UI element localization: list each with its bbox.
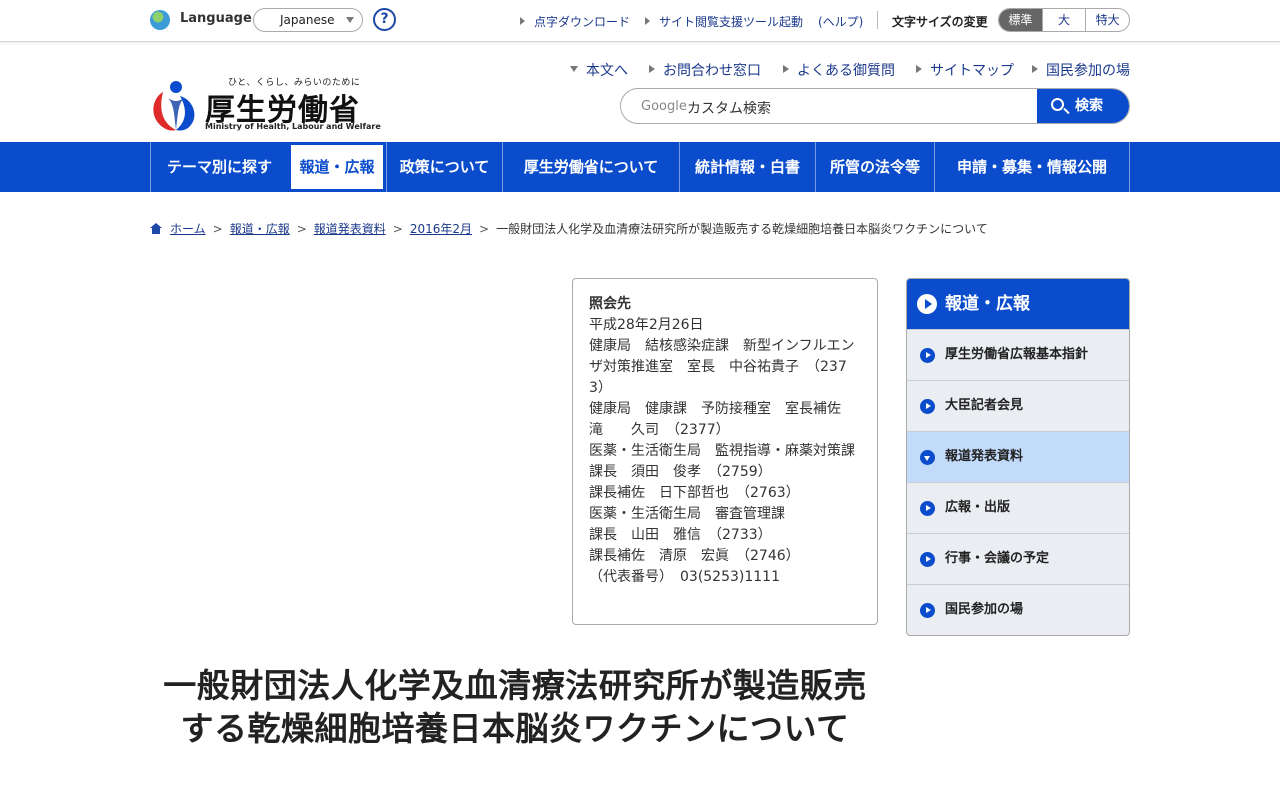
nav-item-policy[interactable]: 政策について [386,142,502,192]
page-title: 一般財団法人化学及血清療法研究所が製造販売する乾燥細胞培養日本脳炎ワクチンについ… [163,666,867,748]
font-size-label: 文字サイズの変更 [892,15,988,29]
search-button[interactable]: 検索 [1037,89,1129,123]
contact-line: 医薬・生活衛生局 審査管理課 [589,506,785,522]
nav-item-statistics[interactable]: 統計情報・白書 [679,142,815,192]
contact-link[interactable]: お問合わせ窓口 [649,60,761,80]
contact-box: 照会先 平成28年2月26日 健康局 結核感染症課 新型インフルエンザ対策推進室… [572,278,878,625]
nav-item-press[interactable]: 報道・広報 [288,142,386,192]
utility-bar: Language Japanese ? 点字ダウンロード サイト閲覧支援ツール起… [0,0,1280,42]
faq-link[interactable]: よくある御質問 [783,60,895,80]
main-nav: テーマ別に探す 報道・広報 政策について 厚生労働省について 統計情報・白書 所… [0,142,1280,192]
home-icon [150,223,162,234]
braille-download-link[interactable]: 点字ダウンロード [519,13,630,30]
search-input[interactable]: カスタム検索 [687,98,771,118]
contact-date: 平成28年2月26日 [589,317,704,333]
nav-item-applications[interactable]: 申請・募集・情報公開 [934,142,1130,192]
font-size-switcher: 標準 大 特大 [998,8,1130,32]
chevron-down-icon [920,450,935,465]
breadcrumb-press-releases[interactable]: 報道発表資料 [314,222,386,236]
font-size-xlarge-button[interactable]: 特大 [1085,9,1129,31]
sidebar-item-public-participation[interactable]: 国民参加の場 [907,584,1129,635]
breadcrumb-separator: > [296,222,307,236]
nav-item-about[interactable]: 厚生労働省について [502,142,679,192]
contact-line: 健康局 健康課 予防接種室 室長補佐 滝 久司 （2377） [589,401,855,438]
nav-item-themes[interactable]: テーマ別に探す [150,142,288,192]
sidebar-item-publications[interactable]: 広報・出版 [907,482,1129,533]
divider [877,11,878,29]
font-size-standard-button[interactable]: 標準 [999,9,1042,31]
search-icon [1051,98,1064,111]
language-value: Japanese [280,13,335,27]
sidebar: 報道・広報 厚生労働省広報基本指針 大臣記者会見 報道発表資料 広報・出版 行事… [906,278,1130,636]
help-button[interactable]: ? [373,8,396,31]
breadcrumb-separator: > [212,222,223,236]
globe-icon [150,10,170,30]
contact-main-phone: （代表番号） 03(5253)1111 [589,569,780,585]
sidebar-item-label: 国民参加の場 [945,602,1024,617]
language-label: Language [180,11,252,26]
browsing-support-link[interactable]: サイト閲覧支援ツール起動 [644,13,803,30]
sidebar-title[interactable]: 報道・広報 [907,279,1129,329]
search-form: Google カスタム検索 検索 [620,88,1130,124]
chevron-right-icon [920,603,935,618]
breadcrumb-separator: > [479,222,490,236]
breadcrumb-separator: > [392,222,403,236]
chevron-down-icon [346,17,354,23]
search-button-label: 検索 [1075,98,1103,114]
sidebar-item-press-conference[interactable]: 大臣記者会見 [907,380,1129,431]
sidebar-item-label: 報道発表資料 [945,449,1024,464]
contact-title: 照会先 [589,296,631,312]
sidebar-title-label: 報道・広報 [945,294,1030,314]
skip-to-content-link[interactable]: 本文へ [570,60,628,80]
breadcrumb: ホーム > 報道・広報 > 報道発表資料 >2016年2月 > 一般財団法人化学及血清療法研究… [150,220,988,237]
public-participation-link[interactable]: 国民参加の場 [1032,60,1130,80]
logo-english-name: Ministry of Health, Labour and Welfare [205,122,381,131]
chevron-right-icon [920,348,935,363]
sidebar-item-press-releases[interactable]: 報道発表資料 [907,431,1129,482]
font-size-large-button[interactable]: 大 [1041,9,1086,31]
sidebar-item-label: 大臣記者会見 [945,398,1024,413]
contact-line: 健康局 結核感染症課 新型インフルエンザ対策推進室 室長 中谷祐貴子 （2373… [589,338,855,396]
sidebar-item-label: 厚生労働省広報基本指針 [945,347,1089,362]
breadcrumb-current: 一般財団法人化学及血清療法研究所が製造販売する乾燥細胞培養日本脳炎ワクチンについ… [496,222,988,236]
google-brand-label: Google [641,99,687,114]
contact-line: 課長補佐 清原 宏眞 （2746） [589,548,800,564]
contact-line: 課長 山田 雅信 （2733） [589,527,772,543]
sidebar-item-label: 行事・会議の予定 [945,551,1050,566]
chevron-right-icon [920,552,935,567]
breadcrumb-press[interactable]: 報道・広報 [230,222,290,236]
nav-item-laws[interactable]: 所管の法令等 [815,142,934,192]
sitemap-link[interactable]: サイトマップ [916,60,1014,80]
breadcrumb-home[interactable]: ホーム [170,222,206,236]
language-select[interactable]: Japanese [253,8,363,32]
contact-line: 課長補佐 日下部哲也 （2763） [589,485,800,501]
sidebar-item-pr-guidelines[interactable]: 厚生労働省広報基本指針 [907,329,1129,380]
mhlw-logo-icon [153,81,195,131]
sidebar-item-events[interactable]: 行事・会議の予定 [907,533,1129,584]
browsing-support-help-link[interactable]: (ヘルプ) [818,13,863,30]
chevron-right-icon [920,399,935,414]
chevron-right-icon [920,501,935,516]
chevron-right-icon [917,294,937,314]
sidebar-item-label: 広報・出版 [945,500,1011,515]
contact-line: 医薬・生活衛生局 監視指導・麻薬対策課 課長 須田 俊孝 （2759） [589,443,869,480]
breadcrumb-month[interactable]: 2016年2月 [410,222,472,236]
